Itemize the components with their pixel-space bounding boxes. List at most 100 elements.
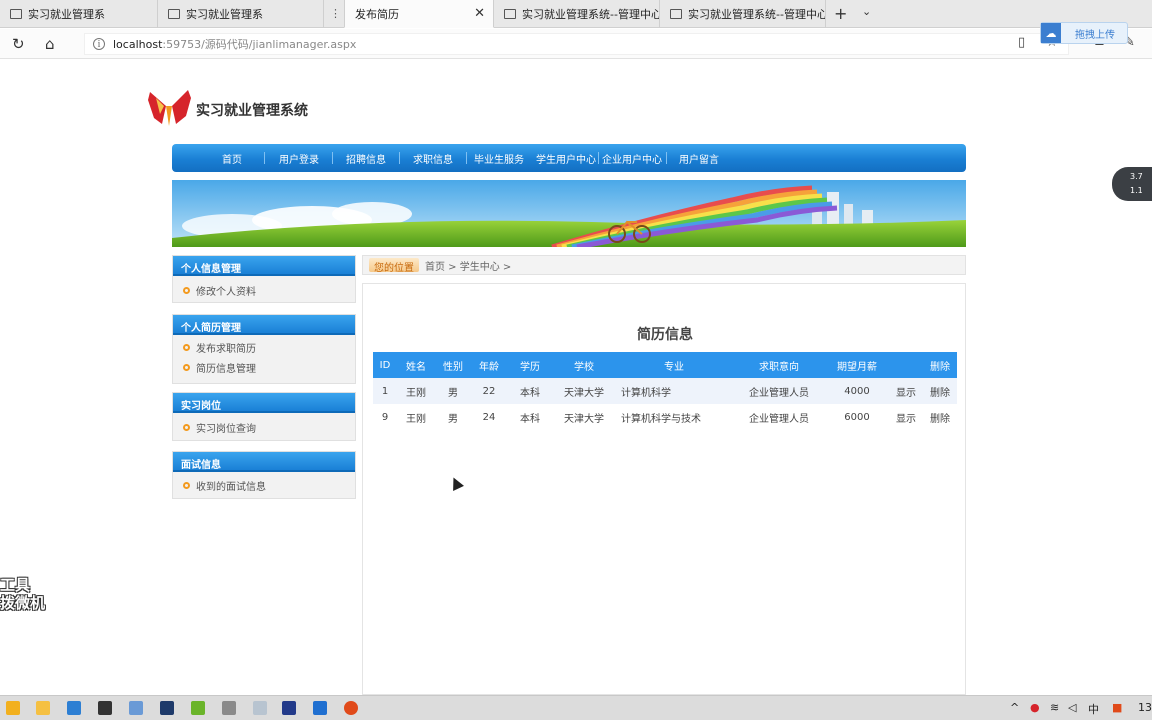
- bullet-icon: [183, 286, 190, 294]
- nav-messages[interactable]: 用户留言: [679, 151, 719, 166]
- sidebar-item-post-resume[interactable]: 发布求职简历: [173, 337, 355, 357]
- column-header: 姓名: [397, 352, 435, 378]
- watermark: 工具 拨微机: [0, 576, 45, 612]
- sidebar-section-resume: 个人简历管理 发布求职简历 简历信息管理: [172, 314, 356, 384]
- browser-tab-4[interactable]: 实习就业管理系统--管理中心: [494, 0, 660, 28]
- show-link[interactable]: 显示: [889, 404, 923, 430]
- sidebar-item-label: 简历信息管理: [196, 363, 256, 375]
- cloud-icon: ☁: [1041, 23, 1061, 43]
- app-icon[interactable]: [98, 701, 112, 715]
- download-speed: 1.1: [1130, 186, 1143, 195]
- nav-graduate-service[interactable]: 毕业生服务: [474, 151, 524, 166]
- wifi-icon[interactable]: ≋: [1050, 701, 1059, 714]
- url-input[interactable]: i localhost:59753/源码代码/jianlimanager.asp…: [84, 33, 1069, 55]
- sidebar-item-edit-profile[interactable]: 修改个人资料: [173, 280, 355, 300]
- new-tab-icon[interactable]: +: [834, 4, 847, 23]
- nav-jobs[interactable]: 招聘信息: [346, 151, 386, 166]
- show-link[interactable]: 显示: [889, 378, 923, 404]
- sidebar-section-interview: 面试信息 收到的面试信息: [172, 451, 356, 499]
- input-method-icon[interactable]: 中: [1088, 701, 1099, 717]
- site-logo[interactable]: 实习就业管理系统: [146, 88, 308, 128]
- app-icon[interactable]: [282, 701, 296, 715]
- tab-label: 实习就业管理系统--管理中心: [522, 8, 660, 21]
- nav-login[interactable]: 用户登录: [279, 151, 319, 166]
- chevron-down-icon[interactable]: ⌄: [862, 5, 871, 18]
- sidebar-section-internship: 实习岗位 实习岗位查询: [172, 392, 356, 441]
- bullet-icon: [183, 343, 190, 351]
- browser-tab-5[interactable]: 实习就业管理系统--管理中心: [660, 0, 826, 28]
- table-row: 1 王刚 男 22 本科 天津大学 计算机科学 企业管理人员 4000 显示 删…: [373, 378, 957, 404]
- cell-gender: 男: [448, 413, 458, 425]
- browser-tab-1[interactable]: 实习就业管理系: [0, 0, 158, 28]
- app-icon[interactable]: [253, 701, 267, 715]
- nav-divider: [332, 152, 333, 164]
- cell-id: 9: [381, 411, 389, 423]
- cell-school: 天津大学: [564, 413, 604, 425]
- refresh-icon[interactable]: ↻: [12, 35, 25, 53]
- start-icon[interactable]: [6, 701, 20, 715]
- delete-link[interactable]: 删除: [923, 378, 957, 404]
- file-explorer-icon[interactable]: [36, 701, 50, 715]
- reading-view-icon[interactable]: ▯: [1018, 35, 1025, 50]
- home-icon[interactable]: ⌂: [45, 35, 55, 53]
- tab-label: 发布简历: [355, 7, 399, 21]
- table-header-row: ID 姓名 性别 年龄 学历 学校 专业 求职意向 期望月薪 删除: [373, 352, 957, 378]
- network-speed-widget[interactable]: 3.7 1.1: [1112, 167, 1152, 201]
- info-icon: i: [93, 38, 105, 50]
- app-tray-icon[interactable]: ■: [1112, 701, 1122, 714]
- sidebar-heading: 个人简历管理: [173, 315, 355, 335]
- main-nav: 首页 用户登录 招聘信息 求职信息 毕业生服务 学生用户中心 企业用户中心 用户…: [172, 144, 966, 172]
- app-icon[interactable]: [67, 701, 81, 715]
- browser-tab-2[interactable]: 实习就业管理系: [158, 0, 324, 28]
- browser-tab-3-active[interactable]: 发布简历 ✕: [344, 0, 494, 28]
- chevron-up-icon[interactable]: ^: [1010, 701, 1019, 714]
- sidebar-heading: 实习岗位: [173, 393, 355, 413]
- sidebar-item-label: 发布求职简历: [196, 343, 256, 355]
- browser-tab-bar: 实习就业管理系 实习就业管理系 ⋮ 发布简历 ✕ 实习就业管理系统--管理中心 …: [0, 0, 1152, 28]
- page-icon: [504, 9, 516, 19]
- nav-home[interactable]: 首页: [222, 151, 242, 166]
- app-icon[interactable]: [129, 701, 143, 715]
- upload-share-label: 拖拽上传: [1075, 29, 1115, 41]
- cell-name: 王刚: [397, 378, 435, 404]
- bullet-icon: [183, 363, 190, 371]
- sidebar-item-manage-resume[interactable]: 简历信息管理: [173, 357, 355, 377]
- column-header: ID: [373, 352, 397, 378]
- cell-education: 本科: [520, 413, 540, 425]
- sidebar-item-interview-received[interactable]: 收到的面试信息: [173, 475, 355, 495]
- nav-divider: [598, 152, 599, 164]
- nav-divider: [399, 152, 400, 164]
- qq-icon[interactable]: ●: [1030, 701, 1040, 714]
- cell-school: 天津大学: [553, 378, 615, 404]
- nav-job-seeking[interactable]: 求职信息: [413, 151, 453, 166]
- delete-link[interactable]: 删除: [923, 404, 957, 430]
- url-host: localhost: [113, 37, 163, 51]
- watermark-line-2: 拨微机: [0, 594, 46, 612]
- column-header: [889, 352, 923, 378]
- sidebar-item-label: 修改个人资料: [196, 286, 256, 298]
- breadcrumb-path[interactable]: 首页 > 学生中心 >: [425, 258, 511, 273]
- column-header: 专业: [615, 352, 733, 378]
- bullet-icon: [183, 423, 190, 431]
- sidebar-heading: 面试信息: [173, 452, 355, 472]
- edge-browser-icon[interactable]: [313, 701, 327, 715]
- sidebar-item-internship-search[interactable]: 实习岗位查询: [173, 417, 355, 437]
- app-icon[interactable]: [222, 701, 236, 715]
- os-taskbar: ^ ● ≋ ◁ 中 ■ 13: [0, 695, 1152, 720]
- column-header: 求职意向: [733, 352, 825, 378]
- sidebar-item-label: 实习岗位查询: [196, 423, 256, 435]
- clock[interactable]: 13: [1138, 701, 1152, 714]
- app-icon[interactable]: [160, 701, 174, 715]
- app-icon[interactable]: [191, 701, 205, 715]
- butterfly-logo-icon: [148, 90, 191, 126]
- nav-student-center[interactable]: 学生用户中心: [536, 151, 596, 166]
- drag-handle-icon[interactable]: ⋮: [330, 7, 341, 20]
- upload-share-button[interactable]: ☁ 拖拽上传: [1040, 22, 1128, 44]
- site-title: 实习就业管理系统: [196, 103, 308, 119]
- close-icon[interactable]: ✕: [474, 6, 485, 21]
- nav-company-center[interactable]: 企业用户中心: [602, 151, 662, 166]
- bullet-icon: [183, 481, 190, 489]
- app-icon[interactable]: [344, 701, 358, 715]
- volume-icon[interactable]: ◁: [1068, 701, 1076, 714]
- cell-major: 计算机科学: [615, 378, 733, 404]
